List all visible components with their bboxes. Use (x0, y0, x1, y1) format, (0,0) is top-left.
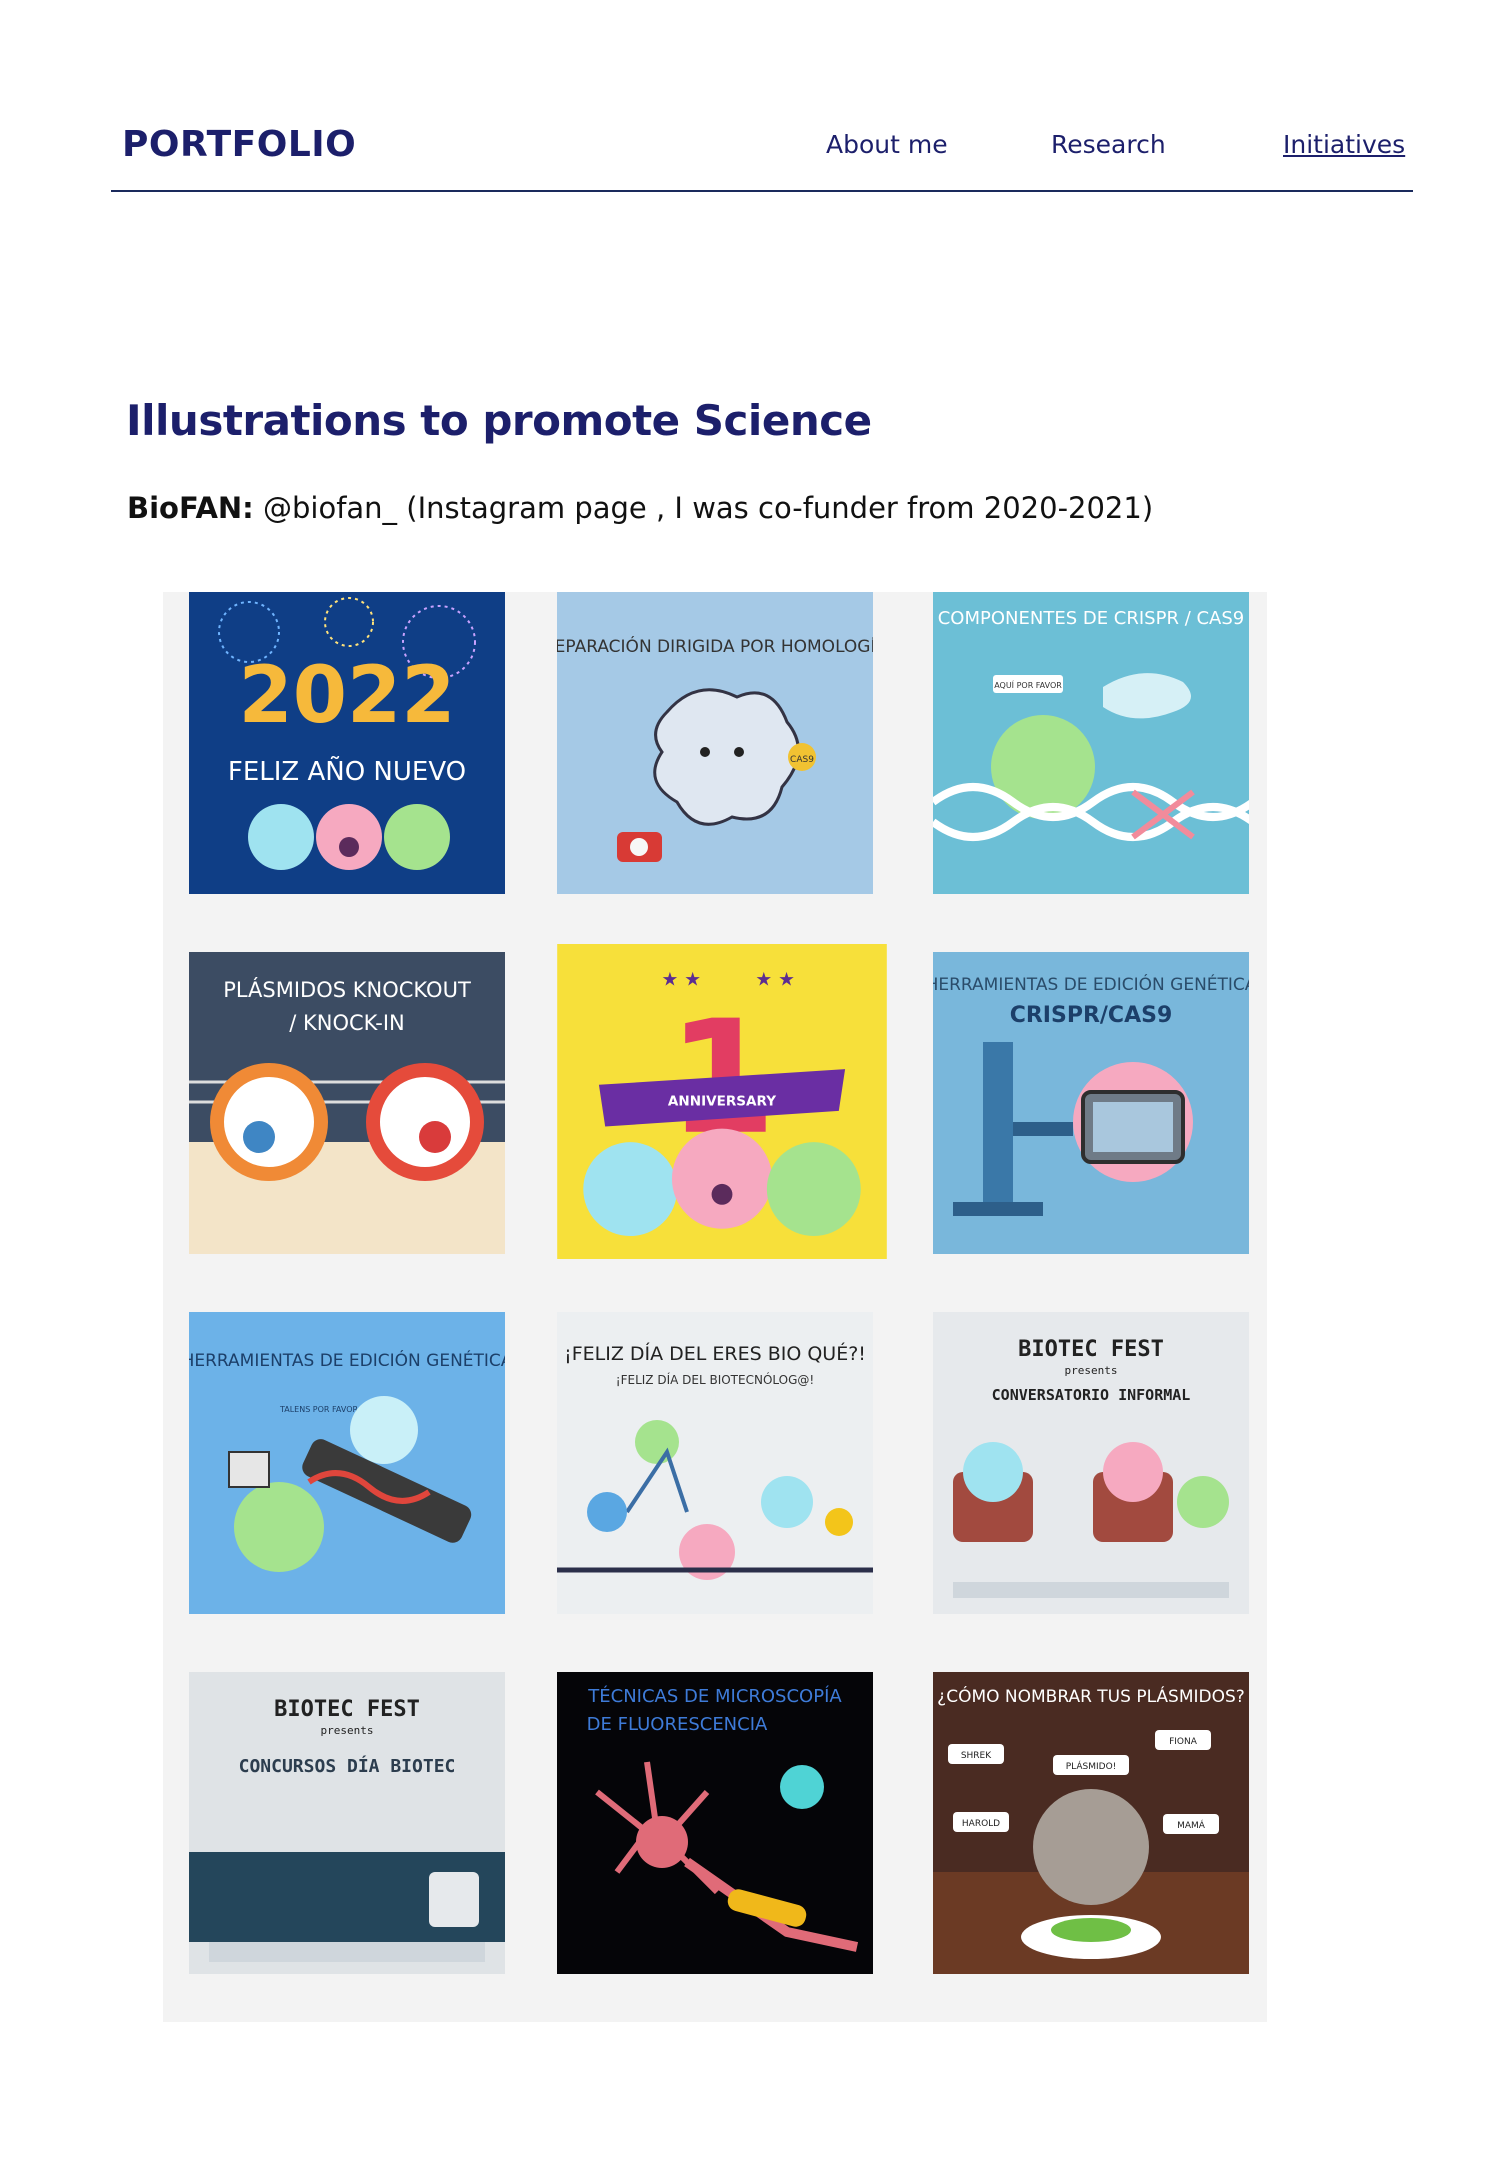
post-talens[interactable]: HERRAMIENTAS DE EDICIÓN GENÉTICA TALENS … (189, 1312, 505, 1614)
post-crispr-components-bubble: AQUÍ POR FAVOR (994, 679, 1062, 690)
post-talens-illustration: HERRAMIENTAS DE EDICIÓN GENÉTICA TALENS … (189, 1312, 505, 1614)
post-biotec-fest-talk-presents: presents (1065, 1364, 1118, 1377)
site-header: PORTFOLIO (111, 0, 1413, 192)
post-new-year-year: 2022 (238, 651, 455, 741)
post-plasmids-title: PLÁSMIDOS KNOCKOUT (223, 977, 471, 1002)
subtitle-bold: BioFAN: (127, 491, 254, 525)
post-homology-repair-badge: CAS9 (790, 755, 814, 765)
post-homology-repair[interactable]: REPARACIÓN DIRIGIDA POR HOMOLOGÍA CAS9 (557, 592, 873, 894)
post-name-plasmids-bubble-plasmid: PLÁSMIDO! (1066, 1760, 1117, 1772)
post-name-plasmids-bubble-fiona: FIONA (1169, 1737, 1198, 1747)
nav-initiatives[interactable]: Initiatives (1283, 130, 1405, 159)
post-fluorescence-subtitle: DE FLUORESCENCIA (587, 1714, 768, 1735)
post-fluorescence-title: TÉCNICAS DE MICROSCOPÍA (587, 1685, 842, 1707)
post-biotec-fest-talk[interactable]: BIOTEC FEST presents CONVERSATORIO INFOR… (933, 1312, 1249, 1614)
nav-about-me[interactable]: About me (826, 130, 948, 159)
post-fluorescence-microscopy-illustration: TÉCNICAS DE MICROSCOPÍA DE FLUORESCENCIA (557, 1672, 873, 1974)
post-homology-repair-illustration: REPARACIÓN DIRIGIDA POR HOMOLOGÍA CAS9 (557, 592, 873, 894)
post-biotech-day-title: ¡FELIZ DÍA DEL ERES BIO QUÉ?! (564, 1342, 866, 1365)
post-fluorescence-microscopy[interactable]: TÉCNICAS DE MICROSCOPÍA DE FLUORESCENCIA (557, 1672, 873, 1974)
post-crispr-tools[interactable]: HERRAMIENTAS DE EDICIÓN GENÉTICA CRISPR/… (933, 952, 1249, 1254)
post-name-plasmids-bubble-mama: MAMÁ (1177, 1819, 1206, 1831)
post-plasmids-knockout[interactable]: PLÁSMIDOS KNOCKOUT / KNOCK-IN (189, 952, 505, 1254)
post-anniversary[interactable]: 1 ANNIVERSARY ★ ★ ★ ★ (557, 944, 887, 1259)
post-biotec-contests-illustration: BIOTEC FEST presents CONCURSOS DÍA BIOTE… (189, 1672, 505, 1974)
post-crispr-tools-title: HERRAMIENTAS DE EDICIÓN GENÉTICA (933, 973, 1249, 995)
post-anniversary-label: ANNIVERSARY (668, 1094, 776, 1110)
post-name-plasmids[interactable]: ¿CÓMO NOMBRAR TUS PLÁSMIDOS? SHREK PLÁSM… (933, 1672, 1249, 1974)
post-biotec-contests-presents: presents (321, 1724, 374, 1737)
post-plasmids-knockout-illustration: PLÁSMIDOS KNOCKOUT / KNOCK-IN (189, 952, 505, 1254)
post-talens-title: HERRAMIENTAS DE EDICIÓN GENÉTICA (189, 1349, 505, 1371)
post-biotec-fest-talk-illustration: BIOTEC FEST presents CONVERSATORIO INFOR… (933, 1312, 1249, 1614)
nav-research[interactable]: Research (1051, 130, 1166, 159)
post-name-plasmids-bubble-harold: HAROLD (962, 1819, 1000, 1829)
instagram-grid: 2022 FELIZ AÑO NUEVO REPARACIÓN DIRIGIDA… (163, 592, 1267, 2022)
post-anniversary-illustration: 1 ANNIVERSARY ★ ★ ★ ★ (557, 944, 887, 1259)
post-crispr-components[interactable]: COMPONENTES DE CRISPR / CAS9 AQUÍ POR FA… (933, 592, 1249, 894)
post-new-year[interactable]: 2022 FELIZ AÑO NUEVO (189, 592, 505, 894)
brand-logo[interactable]: PORTFOLIO (122, 124, 356, 165)
post-name-plasmids-bubble-shrek: SHREK (961, 1751, 992, 1761)
post-crispr-components-title: COMPONENTES DE CRISPR / CAS9 (938, 608, 1245, 629)
svg-text:★ ★: ★ ★ (755, 970, 795, 991)
post-plasmids-subtitle: / KNOCK-IN (289, 1011, 404, 1035)
post-crispr-tools-subtitle: CRISPR/CAS9 (1010, 1003, 1173, 1028)
post-biotec-contests[interactable]: BIOTEC FEST presents CONCURSOS DÍA BIOTE… (189, 1672, 505, 1974)
post-biotech-day[interactable]: ¡FELIZ DÍA DEL ERES BIO QUÉ?! ¡FELIZ DÍA… (557, 1312, 873, 1614)
section-title: Illustrations to promote Science (126, 396, 872, 445)
subtitle-text: @biofan_ (Instagram page , I was co-fund… (253, 491, 1154, 525)
post-homology-repair-title: REPARACIÓN DIRIGIDA POR HOMOLOGÍA (557, 635, 873, 657)
post-name-plasmids-illustration: ¿CÓMO NOMBRAR TUS PLÁSMIDOS? SHREK PLÁSM… (933, 1672, 1249, 1974)
post-biotech-day-illustration: ¡FELIZ DÍA DEL ERES BIO QUÉ?! ¡FELIZ DÍA… (557, 1312, 873, 1614)
post-new-year-text: FELIZ AÑO NUEVO (228, 755, 466, 787)
post-biotec-fest-talk-subtitle: CONVERSATORIO INFORMAL (992, 1386, 1191, 1404)
post-crispr-components-illustration: COMPONENTES DE CRISPR / CAS9 AQUÍ POR FA… (933, 592, 1249, 894)
post-biotec-contests-subtitle: CONCURSOS DÍA BIOTEC (239, 1755, 456, 1777)
post-biotec-contests-title: BIOTEC FEST (274, 1697, 420, 1722)
svg-text:★ ★: ★ ★ (662, 970, 702, 991)
post-talens-bubble: TALENS POR FAVOR (279, 1405, 359, 1414)
post-biotech-day-subtitle: ¡FELIZ DÍA DEL BIOTECNÓLOG@! (616, 1372, 814, 1387)
post-biotec-fest-talk-title: BIOTEC FEST (1018, 1337, 1164, 1362)
post-name-plasmids-title: ¿CÓMO NOMBRAR TUS PLÁSMIDOS? (937, 1685, 1245, 1707)
post-crispr-tools-illustration: HERRAMIENTAS DE EDICIÓN GENÉTICA CRISPR/… (933, 952, 1249, 1254)
post-new-year-illustration: 2022 FELIZ AÑO NUEVO (189, 592, 505, 894)
section-subtitle: BioFAN: @biofan_ (Instagram page , I was… (127, 491, 1153, 525)
